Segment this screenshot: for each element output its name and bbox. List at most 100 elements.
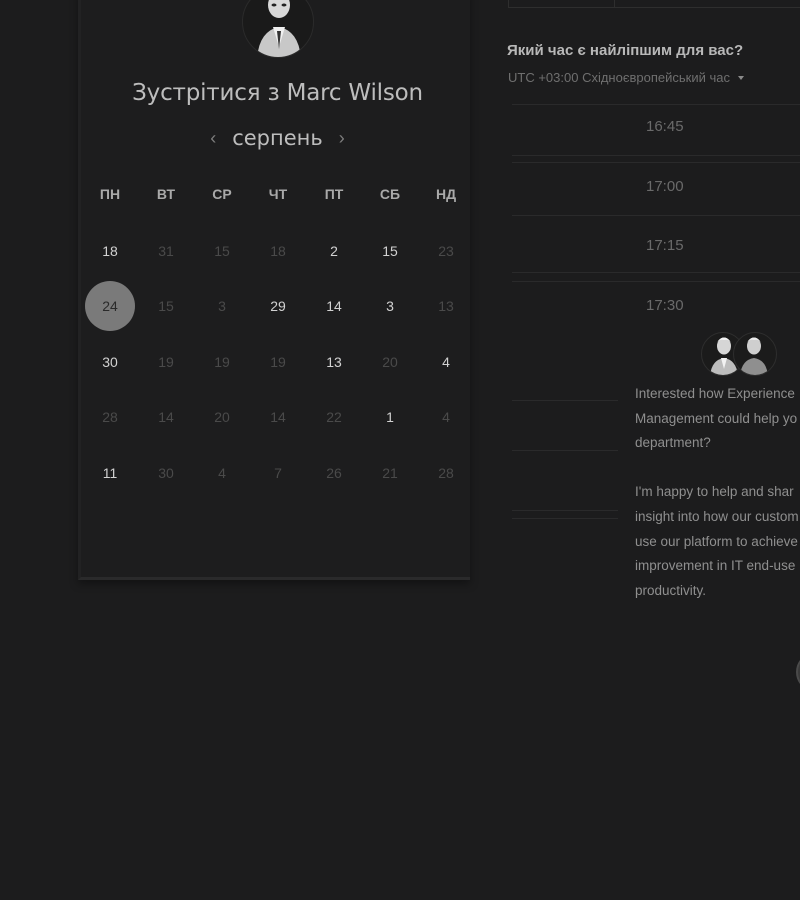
month-label: серпень: [232, 126, 323, 150]
calendar-day-selected[interactable]: 24: [82, 279, 138, 335]
day-number: 11: [102, 464, 118, 481]
day-number: 14: [270, 409, 286, 426]
calendar-day-available[interactable]: 14: [306, 279, 362, 335]
weekday-label: ПТ: [324, 186, 344, 202]
calendar-day-unavailable: 18: [250, 223, 306, 279]
weekday-label: ЧТ: [268, 186, 288, 202]
calendar-day-unavailable: 19: [138, 334, 194, 390]
calendar-day-unavailable: 14: [138, 390, 194, 446]
calendar-day-unavailable: 4: [194, 445, 250, 501]
previous-selection-box: [508, 0, 800, 8]
calendar-day-unavailable: 19: [194, 334, 250, 390]
day-number: 18: [102, 242, 118, 259]
weekday-label: СБ: [379, 186, 401, 202]
divider: [512, 155, 800, 156]
day-number: 20: [214, 409, 230, 426]
day-number: 13: [326, 353, 342, 370]
calendar-day-available[interactable]: 15: [362, 223, 418, 279]
weekday-label: ПН: [99, 186, 121, 202]
day-number: 3: [386, 298, 394, 315]
day-number: 14: [158, 409, 174, 426]
day-number: 19: [270, 353, 286, 370]
day-number: 1: [386, 409, 394, 426]
calendar-day-available[interactable]: 2: [306, 223, 362, 279]
divider: [512, 510, 618, 511]
agent-avatar: [733, 332, 777, 376]
day-number: 19: [214, 353, 230, 370]
divider: [512, 162, 800, 163]
day-number: 20: [382, 353, 398, 370]
day-number: 15: [382, 242, 398, 259]
calendar-day-available[interactable]: 3: [362, 279, 418, 335]
day-number: 30: [102, 353, 118, 370]
calendar-day-available[interactable]: 18: [82, 223, 138, 279]
day-number: 3: [218, 298, 226, 315]
timezone-select[interactable]: UTC +03:00 Східноєвропейський час: [508, 70, 744, 85]
timezone-label: UTC +03:00 Східноєвропейський час: [508, 70, 730, 85]
chat-message: Interested how Experience Management cou…: [635, 386, 799, 598]
day-number: 4: [442, 353, 450, 370]
time-slot[interactable]: 17:15: [512, 237, 800, 254]
calendar-day-unavailable: 28: [418, 445, 474, 501]
divider: [614, 0, 615, 8]
weekday-label: ВТ: [156, 186, 176, 202]
day-number: 30: [158, 464, 174, 481]
calendar-day-available[interactable]: 1: [362, 390, 418, 446]
calendar-day-unavailable: 19: [250, 334, 306, 390]
day-number: 2: [330, 242, 338, 259]
calendar-day-unavailable: 4: [418, 390, 474, 446]
caret-down-icon: [737, 75, 744, 80]
month-navigation: ‹ серпень ›: [80, 126, 475, 150]
calendar-day-unavailable: 26: [306, 445, 362, 501]
day-number: 26: [326, 464, 342, 481]
calendar-day-unavailable: 21: [362, 445, 418, 501]
scheduler-page: Зустрітися з Marc Wilson ‹ серпень › ПН В…: [0, 0, 800, 900]
day-number: 28: [438, 464, 454, 481]
calendar-day-unavailable: 23: [418, 223, 474, 279]
day-number: 24: [85, 281, 135, 332]
time-slot[interactable]: 17:30: [512, 297, 800, 314]
calendar-day-unavailable: 31: [138, 223, 194, 279]
divider: [512, 272, 800, 273]
day-number: 22: [326, 409, 342, 426]
chat-launcher-button[interactable]: [796, 652, 800, 692]
calendar-day-available[interactable]: 30: [82, 334, 138, 390]
calendar-day-available[interactable]: 29: [250, 279, 306, 335]
calendar-day-available[interactable]: 13: [306, 334, 362, 390]
chat-agent-avatars: [697, 332, 787, 378]
day-number: 13: [438, 298, 454, 315]
day-number: 4: [218, 464, 226, 481]
divider: [512, 400, 618, 401]
calendar-day-unavailable: 22: [306, 390, 362, 446]
calendar-day-available[interactable]: 4: [418, 334, 474, 390]
day-number: 14: [326, 298, 342, 315]
person-icon: [740, 337, 768, 375]
calendar-day-unavailable: 20: [194, 390, 250, 446]
day-number: 31: [158, 242, 174, 259]
weekday-header-row: ПН ВТ СР ЧТ ПТ СБ НД: [82, 186, 474, 202]
time-slot[interactable]: 16:45: [512, 118, 800, 135]
day-number: 29: [270, 298, 286, 315]
day-number: 18: [270, 242, 286, 259]
calendar-day-unavailable: 7: [250, 445, 306, 501]
day-number: 15: [214, 242, 230, 259]
day-number: 23: [438, 242, 454, 259]
calendar-day-unavailable: 15: [194, 223, 250, 279]
day-number: 4: [442, 409, 450, 426]
day-number: 19: [158, 353, 174, 370]
calendar-day-grid: 18 31 15 18 2 15 23 24 15 3 29 14 3 13 30 19 19 19 13 20 4 28…: [82, 223, 474, 501]
divider: [512, 281, 800, 282]
calendar-day-unavailable: 20: [362, 334, 418, 390]
calendar-day-unavailable: 3: [194, 279, 250, 335]
calendar-day-available[interactable]: 11: [82, 445, 138, 501]
day-number: 28: [102, 409, 118, 426]
day-number: 21: [382, 464, 398, 481]
next-month-button[interactable]: ›: [327, 127, 357, 149]
divider: [512, 450, 618, 451]
prev-month-button[interactable]: ‹: [198, 127, 228, 149]
time-slot[interactable]: 17:00: [512, 178, 800, 195]
day-number: 7: [274, 464, 282, 481]
divider: [512, 215, 800, 216]
weekday-label: НД: [435, 186, 457, 202]
meeting-title: Зустрітися з Marc Wilson: [132, 80, 423, 106]
